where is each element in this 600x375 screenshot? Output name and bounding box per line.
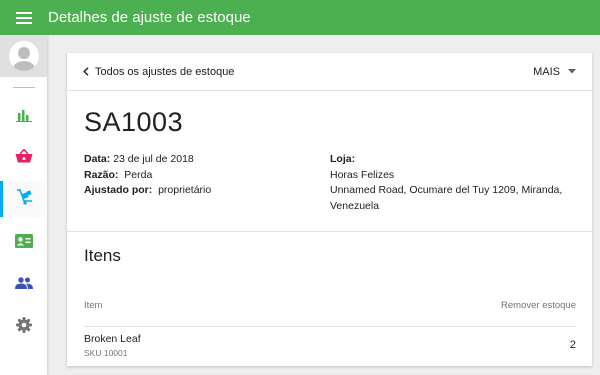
caret-down-icon: [568, 69, 576, 74]
avatar[interactable]: [0, 35, 47, 77]
date-value: 23 de jul de 2018: [113, 153, 194, 165]
sidebar-item-settings[interactable]: [0, 309, 47, 345]
item-quantity: 2: [569, 339, 576, 351]
top-app-bar: Detalhes de ajuste de estoque: [0, 0, 600, 35]
document-number: SA1003: [84, 107, 184, 137]
people-icon: [14, 276, 33, 294]
more-menu-label: MAIS: [533, 65, 560, 78]
more-menu-button[interactable]: MAIS: [533, 66, 576, 78]
chevron-left-icon: [83, 67, 89, 76]
hamburger-menu-icon[interactable]: [0, 0, 48, 35]
item-sku: SKU 10001: [84, 348, 128, 358]
sidebar-item-reports[interactable]: [0, 99, 47, 135]
adjusted-by-value: proprietário: [158, 184, 212, 196]
basket-icon: [15, 147, 33, 168]
inventory-cart-icon: [16, 188, 34, 210]
gear-icon: [15, 316, 32, 338]
reason-label: Razão:: [84, 168, 119, 181]
sidebar-divider: [12, 87, 35, 88]
table-row-divider: [84, 326, 576, 327]
items-section-title: Itens: [84, 246, 121, 265]
store-name: Horas Felizes: [330, 168, 395, 181]
store-address: Unnamed Road, Ocumare del Tuy 1209, Mira…: [330, 184, 563, 212]
section-divider: [67, 231, 592, 232]
date-label: Data:: [84, 153, 111, 165]
back-link[interactable]: Todos os ajustes de estoque: [83, 66, 234, 78]
card-header: Todos os ajustes de estoque MAIS: [67, 53, 592, 91]
item-name: Broken Leaf: [84, 333, 141, 345]
adjusted-by-label: Ajustado por:: [84, 184, 153, 196]
id-card-icon: [14, 233, 33, 253]
column-header-item: Item: [84, 300, 103, 311]
column-header-remove-stock: Remover estoque: [501, 300, 576, 311]
store-label: Loja:: [330, 153, 356, 165]
page-title: Detalhes de ajuste de estoque: [48, 9, 251, 26]
sidebar-item-employees[interactable]: [0, 267, 47, 303]
user-avatar-icon: [8, 41, 39, 71]
sidebar: [0, 35, 47, 375]
bar-chart-icon: [15, 108, 32, 127]
sidebar-item-sales[interactable]: [0, 140, 47, 176]
sidebar-item-inventory[interactable]: [0, 181, 47, 217]
adjustment-detail-card: Todos os ajustes de estoque MAIS SA1003 …: [67, 53, 592, 366]
adjustment-info: Data: 23 de jul de 2018 Razão: Perda Aju…: [84, 152, 211, 199]
reason-value: Perda: [124, 168, 153, 181]
back-link-label: Todos os ajustes de estoque: [95, 65, 235, 78]
sidebar-item-customers[interactable]: [0, 225, 47, 261]
store-info: Loja: Horas Felizes Unnamed Road, Ocumar…: [330, 152, 570, 214]
